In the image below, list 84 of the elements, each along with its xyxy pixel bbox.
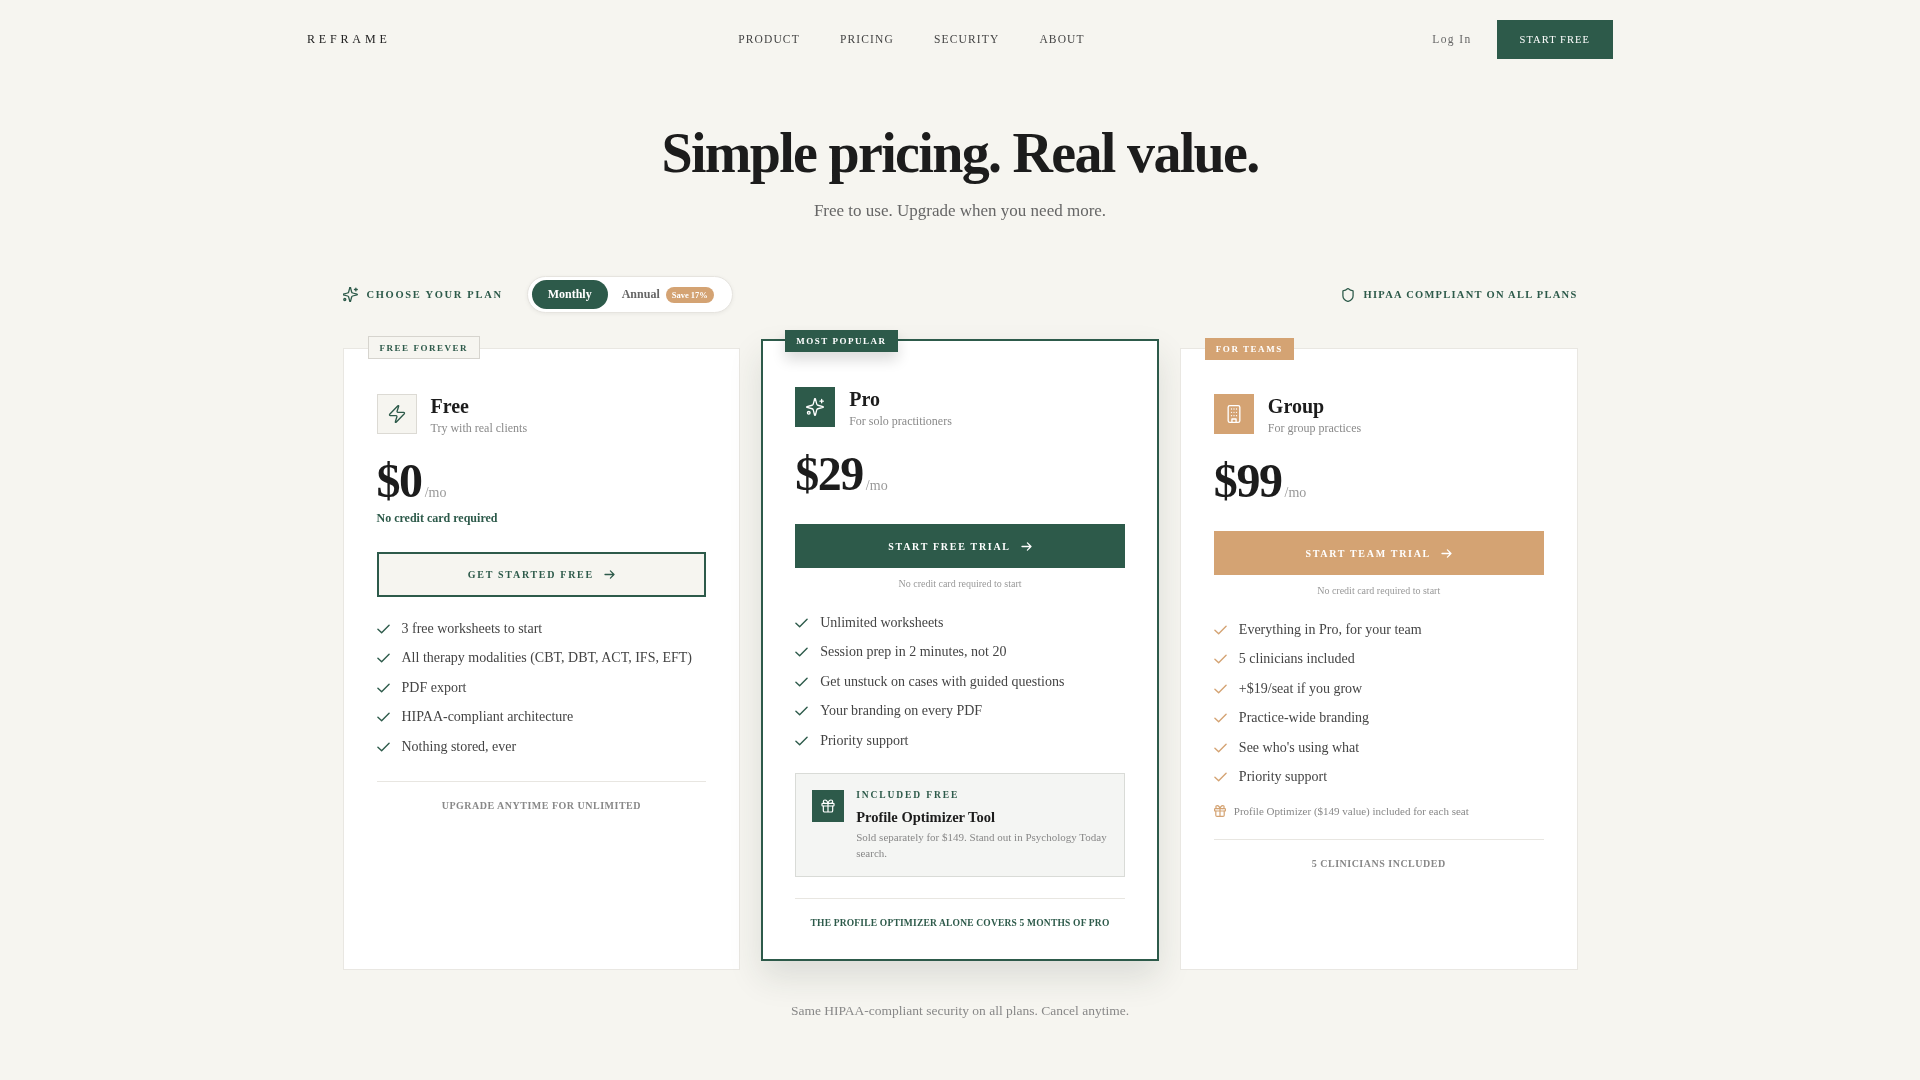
check-icon [1213,713,1227,724]
page-subtitle: Free to use. Upgrade when you need more. [812,200,1108,222]
nav-link[interactable]: PRICING [839,33,894,45]
bonus-text: Profile Optimizer ($149 value) included for each seat [1233,805,1469,817]
check-icon [1213,624,1227,635]
plan-price: $0 [376,457,422,505]
price-period: /mo [424,485,447,501]
feature-text: Priority support [1238,769,1328,786]
feature-text: HIPAA-compliant architecture [401,709,574,726]
choose-plan-label: CHOOSE YOUR PLAN [366,289,503,300]
shield-icon [1342,287,1355,302]
sparkles-icon [795,387,836,427]
page-title: Simple pricing. Real value. [660,122,1260,184]
price-period: /mo [865,478,888,494]
feature-text: Nothing stored, ever [401,738,517,755]
check-icon [376,653,390,664]
feature-text: See who's using what [1238,739,1360,756]
gift-icon [812,789,845,822]
check-icon [376,623,390,634]
plan-price: $29 [795,450,863,498]
offer-title: Profile Optimizer Tool [856,807,996,826]
check-icon [795,676,809,687]
check-icon [1213,772,1227,783]
feature-text: PDF export [401,679,467,696]
nav-link[interactable]: PRODUCT [738,33,800,45]
feature-text: Priority support [820,732,909,749]
discount-badge: Save 17% [665,286,714,303]
feature-text: +$19/seat if you grow [1238,680,1363,697]
card-footnote: THE PROFILE OPTIMIZER ALONE COVERS 5 MONTHS OF PRO [809,916,1111,930]
nav-link[interactable]: SECURITY [933,33,1000,45]
arrow-right-icon [1440,548,1452,558]
check-icon [1213,742,1227,753]
plan-name: Pro [849,387,881,411]
feature-text: Your branding on every PDF [820,703,983,720]
check-icon [1213,654,1227,665]
gift-icon [1213,805,1226,817]
check-icon [376,712,390,723]
login-link[interactable]: Log In [1432,33,1472,45]
sparkles-icon [342,287,358,302]
feature-text: Everything in Pro, for your team [1238,621,1422,638]
check-icon [795,617,809,628]
plan-tagline: Try with real clients [430,420,528,436]
check-icon [376,682,390,693]
plan-tagline: For solo practitioners [849,413,952,429]
plan-badge: MOST POPULAR [785,330,898,352]
plan-price: $99 [1213,457,1282,505]
brand-wordmark[interactable]: REFRAME [307,31,391,47]
billing-option[interactable]: Annual Save 17% [607,280,728,309]
button-note: No credit card required to start [1316,584,1442,598]
feature-text: Get unstuck on cases with guided questions [820,673,1065,690]
card-footnote: 5 CLINICIANS INCLUDED [1310,857,1447,871]
feature-text: Session prep in 2 minutes, not 20 [820,644,1007,661]
offer-description: Sold separately for $149. Stand out in Psychology Today search. [856,829,1108,861]
feature-text: 5 clinicians included [1238,651,1355,668]
check-icon [795,735,809,746]
compliance-note: HIPAA COMPLIANT ON ALL PLANS [1363,289,1578,300]
nav-link[interactable]: ABOUT [1039,33,1085,45]
start-free-button[interactable]: START FREE [1496,19,1613,59]
arrow-right-icon [603,570,615,579]
plan-name: Group [1267,394,1326,418]
price-note: No credit card required [376,510,499,526]
plan-cta-button[interactable]: GET STARTED FREE [376,552,707,597]
billing-option[interactable]: Monthly [531,280,608,309]
feature-text: Practice-wide branding [1238,710,1370,727]
check-icon [376,741,390,752]
feature-text: All therapy modalities (CBT, DBT, ACT, IFS, EFT) [401,650,692,667]
card-footnote: UPGRADE ANYTIME FOR UNLIMITED [440,798,642,813]
arrow-right-icon [1020,541,1032,551]
feature-text: Unlimited worksheets [820,614,944,631]
offer-label: INCLUDED FREE [856,788,961,802]
plan-cta-button[interactable]: START FREE TRIAL [795,524,1125,568]
plan-tagline: For group practices [1267,420,1362,436]
price-period: /mo [1284,485,1307,501]
footer-note: Same HIPAA-compliant security on all plans. Cancel anytime. [789,1002,1131,1020]
plan-badge: FREE FOREVER [367,336,481,359]
check-icon [795,706,809,717]
button-note: No credit card required to start [897,577,1023,591]
check-icon [795,647,809,658]
plan-badge: FOR TEAMS [1204,338,1294,360]
building-icon [1213,394,1254,434]
feature-text: 3 free worksheets to start [401,620,543,637]
plan-name: Free [430,394,470,418]
lightning-icon [376,394,417,434]
check-icon [1213,683,1227,694]
